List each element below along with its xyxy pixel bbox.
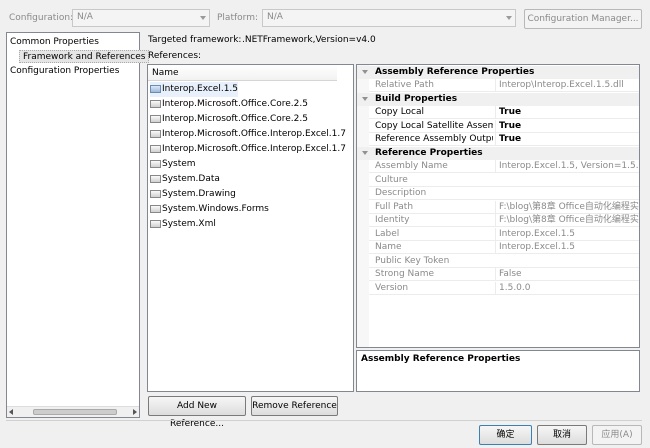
property-grid-margin — [357, 65, 369, 347]
reference-item[interactable]: Interop.Microsoft.Office.Interop.Excel.1… — [150, 142, 346, 157]
reference-name: System — [162, 159, 196, 169]
platform-value: N/A — [267, 12, 283, 22]
property-row-description[interactable]: Description — [357, 187, 639, 200]
platform-label: Platform: — [217, 13, 258, 23]
property-row-copy-local[interactable]: Copy Local True — [357, 106, 639, 119]
platform-combo: N/A — [262, 9, 516, 27]
property-row-reference-assembly-output[interactable]: Reference Assembly Output True — [357, 133, 639, 146]
reference-item[interactable]: System.Windows.Forms — [150, 202, 269, 217]
reference-name: Interop.Excel.1.5 — [162, 84, 239, 94]
reference-icon — [150, 114, 161, 123]
reference-item[interactable]: Interop.Excel.1.5 — [150, 82, 239, 97]
reference-item[interactable]: Interop.Microsoft.Office.Interop.Excel.1… — [150, 127, 346, 142]
chevron-down-icon — [506, 16, 512, 20]
ok-button[interactable]: 确定 — [479, 425, 532, 445]
configuration-label: Configuration: — [9, 13, 74, 23]
reference-icon — [150, 204, 161, 213]
property-row-relative-path[interactable]: Relative Path Interop\Interop.Excel.1.5.d… — [357, 79, 639, 92]
property-row-strong-name[interactable]: Strong Name False — [357, 268, 639, 281]
reference-name: Interop.Microsoft.Office.Core.2.5 — [162, 114, 308, 124]
reference-item[interactable]: System.Data — [150, 172, 220, 187]
reference-name: System.Xml — [162, 219, 216, 229]
reference-name: Interop.Microsoft.Office.Interop.Excel.1… — [162, 129, 346, 139]
reference-name: System.Data — [162, 174, 220, 184]
reference-name: System.Drawing — [162, 189, 236, 199]
list-header-name[interactable]: Name — [148, 65, 337, 81]
tree-horizontal-scrollbar[interactable] — [7, 406, 139, 417]
property-row-copy-local-satellite[interactable]: Copy Local Satellite AssembliesTrue — [357, 120, 639, 133]
targeted-framework-label: Targeted framework: — [148, 35, 242, 45]
property-row-full-path[interactable]: Full Path F:\blog\第8章 Office自动化编程实例\ — [357, 201, 639, 214]
references-list: Name Interop.Excel.1.5 Interop.Microsoft… — [147, 64, 354, 392]
configuration-value: N/A — [77, 12, 93, 22]
tree-item-label: Common Properties — [10, 37, 99, 47]
configuration-manager-button: Configuration Manager... — [524, 9, 642, 29]
reference-item[interactable]: Interop.Microsoft.Office.Core.2.5 — [150, 97, 308, 112]
reference-item[interactable]: System — [150, 157, 196, 172]
scroll-thumb[interactable] — [33, 409, 117, 415]
reference-icon — [150, 189, 161, 198]
reference-item[interactable]: Interop.Microsoft.Office.Core.2.5 — [150, 112, 308, 127]
property-grid: Assembly Reference Properties Relative P… — [356, 64, 640, 348]
property-description-pane: Assembly Reference Properties — [356, 350, 640, 392]
property-row-identity[interactable]: Identity F:\blog\第8章 Office自动化编程实例\ — [357, 214, 639, 227]
property-row-assembly-name[interactable]: Assembly Name Interop.Excel.1.5, Version=… — [357, 160, 639, 173]
apply-button: 应用(A) — [592, 425, 642, 445]
property-row-public-key-token[interactable]: Public Key Token — [357, 255, 639, 268]
property-row-version[interactable]: Version 1.5.0.0 — [357, 282, 639, 295]
reference-icon — [150, 144, 161, 153]
settings-tree: Common Properties Framework and Referenc… — [6, 32, 150, 418]
scroll-left-icon[interactable] — [9, 409, 13, 415]
reference-item[interactable]: System.Xml — [150, 217, 216, 232]
separator-line — [6, 420, 642, 421]
property-row-name[interactable]: Name Interop.Excel.1.5 — [357, 241, 639, 254]
reference-icon — [150, 99, 161, 108]
property-category[interactable]: Reference Properties — [357, 147, 639, 160]
property-row-culture[interactable]: Culture — [357, 174, 639, 187]
reference-name: Interop.Microsoft.Office.Interop.Excel.1… — [162, 144, 346, 154]
reference-icon — [150, 174, 161, 183]
references-label: References: — [148, 51, 202, 61]
reference-name: Interop.Microsoft.Office.Core.2.5 — [162, 99, 308, 109]
tree-item-framework-and-references[interactable]: Framework and References — [19, 50, 150, 63]
tree-item-label: Configuration Properties — [10, 66, 120, 76]
property-category[interactable]: Build Properties — [357, 93, 639, 106]
cancel-button[interactable]: 取消 — [537, 425, 587, 445]
property-row-label[interactable]: Label Interop.Excel.1.5 — [357, 228, 639, 241]
add-new-reference-button[interactable]: Add New Reference... — [148, 396, 246, 429]
reference-icon — [150, 219, 161, 228]
targeted-framework-value: .NETFramework,Version=v4.0 — [242, 35, 376, 45]
property-description-title: Assembly Reference Properties — [361, 354, 521, 364]
scroll-right-icon[interactable] — [133, 409, 137, 415]
com-reference-icon — [150, 84, 161, 93]
reference-icon — [150, 159, 161, 168]
property-category[interactable]: Assembly Reference Properties — [357, 66, 639, 79]
reference-icon — [150, 129, 161, 138]
list-header-label: Name — [152, 68, 179, 78]
configuration-combo: N/A — [72, 9, 210, 27]
reference-item[interactable]: System.Drawing — [150, 187, 236, 202]
tree-item-label: Framework and References — [23, 52, 146, 62]
reference-name: System.Windows.Forms — [162, 204, 269, 214]
tree-item-common-properties[interactable]: Common Properties — [10, 36, 99, 49]
tree-item-configuration-properties[interactable]: Configuration Properties — [10, 65, 119, 78]
remove-reference-button[interactable]: Remove Reference — [251, 396, 338, 416]
chevron-down-icon — [200, 16, 206, 20]
